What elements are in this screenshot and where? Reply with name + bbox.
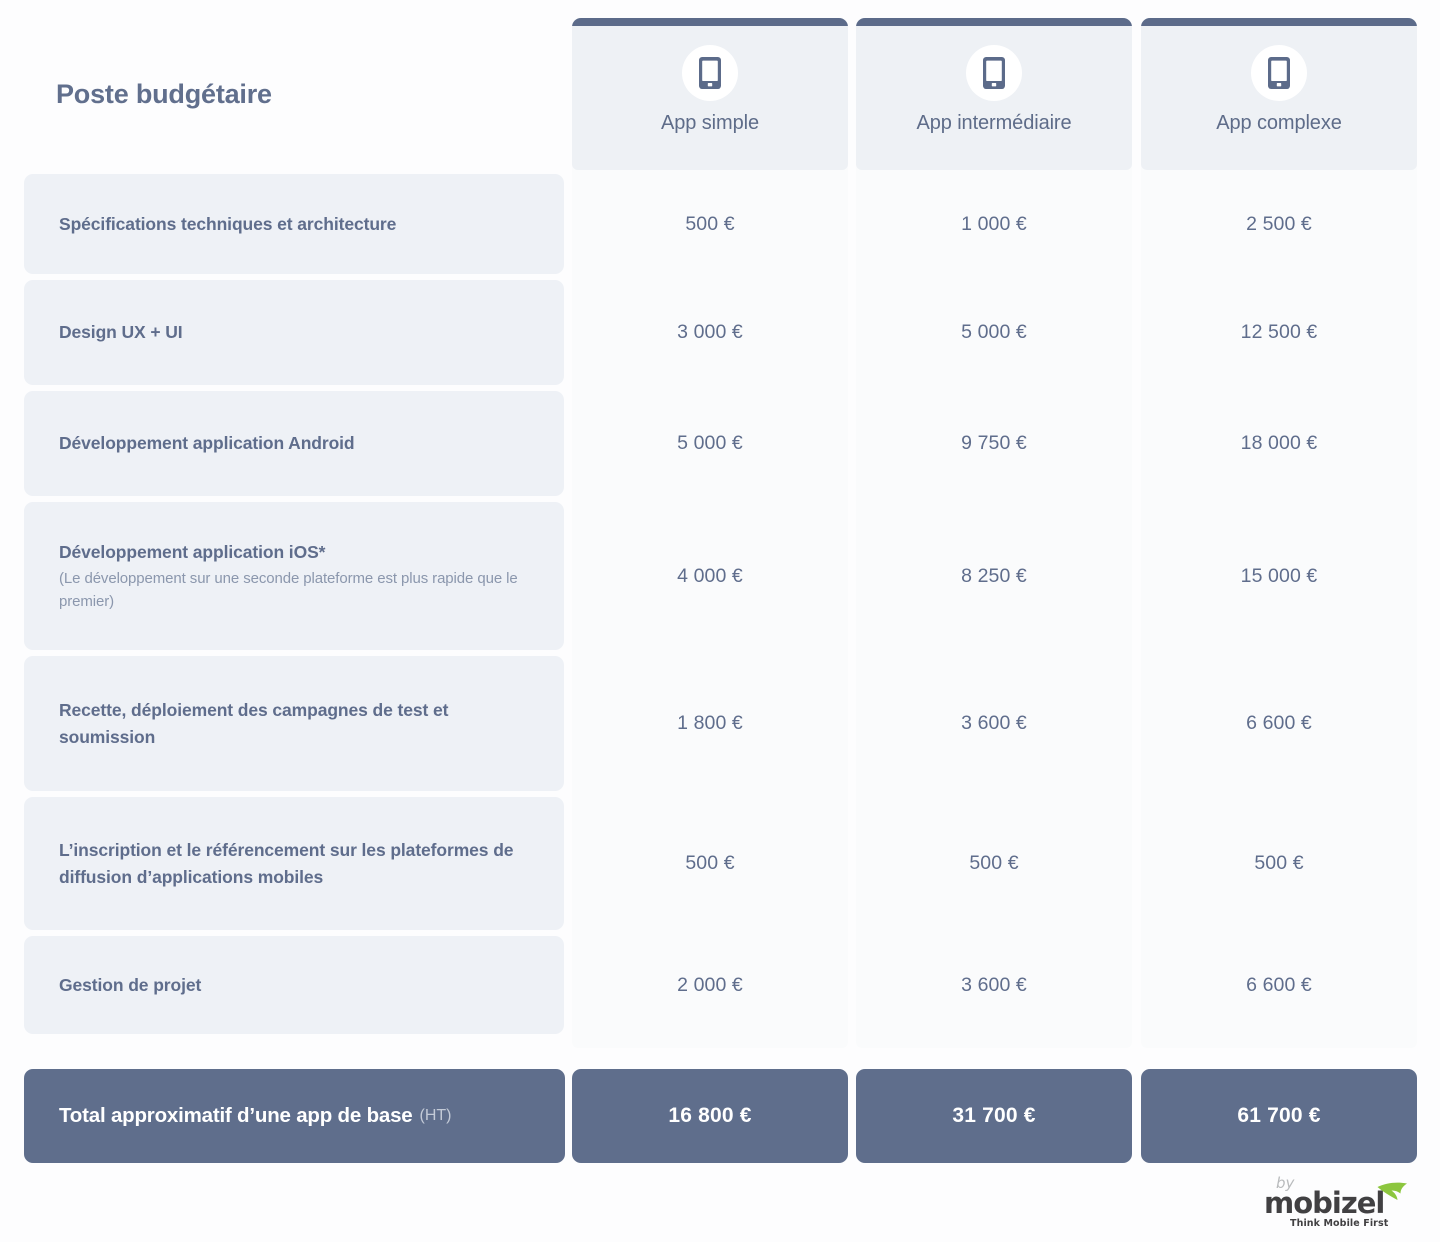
column-header-app-intermediaire: App intermédiaire [856,18,1132,170]
smartphone-icon [1251,45,1307,101]
column-header-app-complexe: App complexe [1141,18,1417,170]
row-label: Gestion de projet [59,974,202,995]
total-value-app-intermediaire: 31 700 € [856,1069,1132,1163]
page-title-cell: Poste budgétaire [56,18,536,170]
price-cell: 1 800 € [677,712,743,734]
total-value-app-complexe: 61 700 € [1141,1069,1417,1163]
column-header-topbar [1141,18,1417,26]
column-header-app-simple: App simple [572,18,848,170]
price-cell: 5 000 € [677,432,743,454]
row-label-cell: L’inscription et le référencement sur le… [24,797,564,930]
price-cell: 500 € [685,212,735,235]
price-cell: 5 000 € [961,321,1027,343]
leaf-arrow-icon [1376,1181,1410,1214]
price-cell: 6 600 € [1246,712,1312,734]
total-label-cell: Total approximatif d’une app de base (HT… [24,1069,565,1163]
page-title: Poste budgétaire [56,78,272,109]
price-cell: 12 500 € [1240,321,1318,343]
table-row: Gestion de projet 2 000 € 3 600 € 6 600 € [0,936,1440,1034]
price-cell: 2 500 € [1246,212,1312,235]
price-cell: 6 600 € [1246,973,1312,996]
price-cell: 8 250 € [961,564,1027,587]
row-label-cell: Développement application Android [24,391,564,496]
total-value-app-simple: 16 800 € [572,1069,848,1163]
logo-tagline: Think Mobile First [1290,1218,1389,1229]
price-cell: 3 600 € [961,973,1027,996]
logo-wordmark: mobizel [1264,1186,1385,1220]
price-cell: 3 600 € [961,712,1027,734]
row-label-cell: Spécifications techniques et architectur… [24,174,564,274]
column-header-label: App complexe [1216,112,1342,134]
row-label: Développement application Android [59,433,355,454]
row-label-cell: Gestion de projet [24,936,564,1034]
price-cell: 3 000 € [677,321,743,343]
row-label: Spécifications techniques et architectur… [59,213,397,234]
row-label: Recette, déploiement des campagnes de te… [59,700,449,747]
smartphone-icon [682,45,738,101]
price-cell: 9 750 € [961,432,1027,454]
price-cell: 500 € [969,852,1019,874]
price-cell: 4 000 € [677,564,743,587]
total-row: Total approximatif d’une app de base (HT… [0,1069,1440,1163]
mobizel-logo: by mobizel Think Mobile First [1258,1172,1418,1234]
table-row: L’inscription et le référencement sur le… [0,797,1440,930]
column-header-topbar [856,18,1132,26]
row-label: Développement application iOS* [59,541,326,562]
price-cell: 500 € [1254,852,1304,874]
table-row: Spécifications techniques et architectur… [0,174,1440,274]
table-row: Développement application iOS* (Le dévelo… [0,502,1440,650]
row-label-note: (Le développement sur une seconde platef… [59,569,518,610]
column-header-label: App intermédiaire [916,112,1072,134]
table-row: Design UX + UI 3 000 € 5 000 € 12 500 € [0,280,1440,385]
total-label: Total approximatif d’une app de base [59,1104,413,1127]
column-header-label: App simple [661,112,759,134]
smartphone-icon [966,45,1022,101]
column-header-topbar [572,18,848,26]
table-header: Poste budgétaire App simple App interméd… [0,18,1440,170]
row-label-cell: Design UX + UI [24,280,564,385]
total-label-suffix: (HT) [419,1107,452,1124]
row-label-cell: Recette, déploiement des campagnes de te… [24,656,564,791]
table-body: Spécifications techniques et architectur… [0,174,1440,1040]
price-cell: 1 000 € [961,212,1027,235]
table-row: Recette, déploiement des campagnes de te… [0,656,1440,791]
table-row: Développement application Android 5 000 €… [0,391,1440,496]
price-cell: 500 € [685,852,735,874]
price-cell: 2 000 € [677,973,743,996]
row-label-cell: Développement application iOS* (Le dévelo… [24,502,564,650]
pricing-table-page: Poste budgétaire App simple App interméd… [0,0,1440,1242]
row-label: L’inscription et le référencement sur le… [59,840,514,887]
price-cell: 15 000 € [1240,564,1318,587]
price-cell: 18 000 € [1240,432,1318,454]
row-label: Design UX + UI [59,322,183,343]
